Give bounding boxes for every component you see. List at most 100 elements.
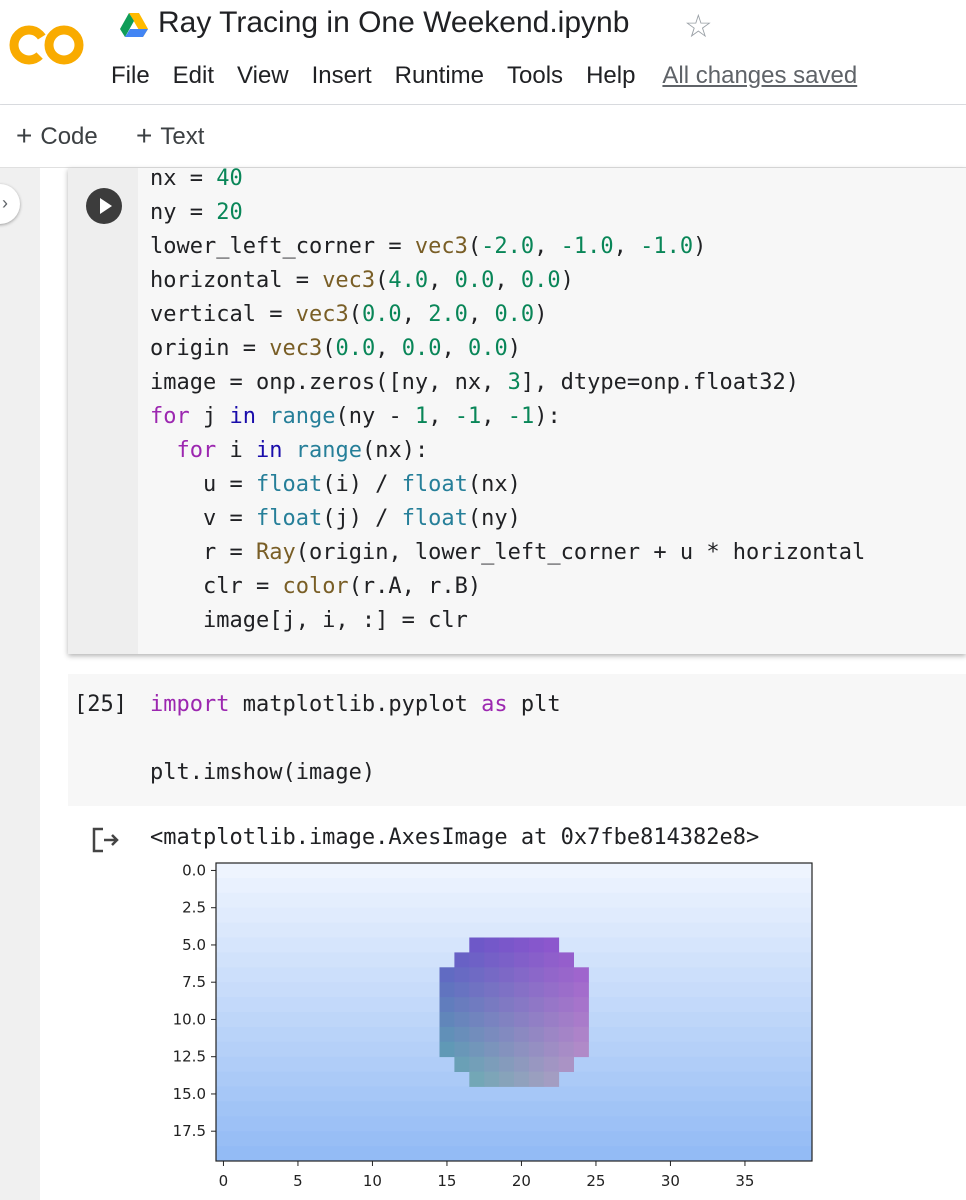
sphere-pixel xyxy=(528,1012,545,1028)
sphere-pixel xyxy=(454,982,470,998)
google-drive-icon[interactable] xyxy=(120,12,148,38)
x-tick-label: 30 xyxy=(661,1172,680,1190)
sphere-pixel xyxy=(514,997,530,1013)
sphere-pixel xyxy=(499,982,515,998)
sphere-pixel xyxy=(558,952,574,968)
output-arrow-icon[interactable] xyxy=(90,826,120,854)
run-cell-button[interactable] xyxy=(86,188,122,224)
sphere-pixel xyxy=(528,1026,545,1043)
sphere-pixel xyxy=(484,937,500,953)
menu-runtime[interactable]: Runtime xyxy=(395,60,484,92)
sphere-pixel xyxy=(573,1012,589,1028)
y-tick-label: 7.5 xyxy=(182,973,206,991)
sphere-pixel xyxy=(528,967,545,983)
sphere-pixel xyxy=(454,952,470,968)
sphere-pixel xyxy=(484,1012,500,1028)
code-block: nx = 40 ny = 20 lower_left_corner = vec3… xyxy=(150,162,966,638)
notebook-title[interactable]: Ray Tracing in One Weekend.ipynb xyxy=(158,6,629,40)
menu-edit[interactable]: Edit xyxy=(173,60,214,92)
sphere-pixel xyxy=(573,982,589,998)
code-line: nx = 40 xyxy=(150,166,243,191)
sphere-pixel xyxy=(469,1041,485,1058)
sphere-pixel xyxy=(528,1041,545,1058)
sphere-pixel xyxy=(499,997,515,1013)
sphere-pixel xyxy=(469,952,485,968)
menu-insert[interactable]: Insert xyxy=(312,60,372,92)
sphere-pixel xyxy=(558,997,574,1013)
code-line: r = Ray(origin, lower_left_corner + u * … xyxy=(150,540,866,565)
sphere-pixel xyxy=(558,967,574,983)
sphere-pixel xyxy=(543,1012,560,1028)
sphere-pixel xyxy=(439,967,455,983)
sphere-pixel xyxy=(558,1012,574,1028)
sphere-pixel xyxy=(543,1026,560,1043)
sphere-pixel xyxy=(558,1026,574,1043)
code-editor[interactable]: nx = 40 ny = 20 lower_left_corner = vec3… xyxy=(150,162,966,642)
sphere-pixel xyxy=(543,937,560,953)
background-row xyxy=(216,877,812,894)
sphere-pixel xyxy=(573,997,589,1013)
code-line: origin = vec3(0.0, 0.0, 0.0) xyxy=(150,336,521,361)
code-line: clr = color(r.A, r.B) xyxy=(150,574,482,599)
x-tick-label: 25 xyxy=(586,1172,605,1190)
y-tick-label: 12.5 xyxy=(173,1048,206,1066)
sphere-pixel xyxy=(528,1071,545,1087)
sphere-pixel xyxy=(543,982,560,998)
background-row xyxy=(216,922,812,938)
x-tick-label: 15 xyxy=(437,1172,456,1190)
plus-icon: + xyxy=(16,120,33,151)
background-row xyxy=(216,863,812,879)
sphere-pixel xyxy=(514,937,530,953)
x-tick-label: 20 xyxy=(512,1172,531,1190)
sphere-pixel xyxy=(514,1071,530,1087)
x-tick-label: 10 xyxy=(363,1172,382,1190)
code-line: import matplotlib.pyplot as plt xyxy=(150,692,561,717)
y-tick-label: 10.0 xyxy=(173,1010,206,1028)
sphere-pixel xyxy=(514,1012,530,1028)
sphere-pixel xyxy=(499,952,515,968)
sphere-pixel xyxy=(499,1012,515,1028)
sphere-pixel xyxy=(469,937,485,953)
sphere-pixel xyxy=(454,997,470,1013)
colab-logo[interactable] xyxy=(8,20,86,70)
sphere-pixel xyxy=(499,937,515,953)
code-line: for j in range(ny - 1, -1, -1): xyxy=(150,404,561,429)
left-gutter xyxy=(0,168,40,1200)
sphere-pixel xyxy=(469,997,485,1013)
menu-view[interactable]: View xyxy=(237,60,289,92)
sphere-pixel xyxy=(543,1056,560,1072)
menu-help[interactable]: Help xyxy=(586,60,635,92)
sphere-pixel xyxy=(484,1056,500,1072)
code-line: for i in range(nx): xyxy=(176,438,429,463)
code-line: ny = 20 xyxy=(150,200,243,225)
menu-file[interactable]: File xyxy=(111,60,150,92)
save-status-link[interactable]: All changes saved xyxy=(662,60,857,92)
sphere-pixel xyxy=(573,967,589,983)
background-row xyxy=(216,1131,812,1147)
sphere-pixel xyxy=(514,967,530,983)
sphere-pixel xyxy=(484,1026,500,1043)
code-editor[interactable]: import matplotlib.pyplot as plt plt.imsh… xyxy=(150,688,561,790)
sphere-pixel xyxy=(439,1026,455,1043)
output-text: <matplotlib.image.AxesImage at 0x7fbe814… xyxy=(150,825,760,850)
menu-bar: File Edit View Insert Runtime Tools Help… xyxy=(111,60,857,92)
sphere-pixel xyxy=(499,1071,515,1087)
sphere-pixel xyxy=(543,967,560,983)
sphere-pixel xyxy=(514,1041,530,1058)
sphere-pixel xyxy=(439,982,455,998)
sphere-pixel xyxy=(528,997,545,1013)
code-line-text: nx = 40 xyxy=(150,166,243,191)
sphere-pixel xyxy=(499,1056,515,1072)
code-line: lower_left_corner = vec3(-2.0, -1.0, -1.… xyxy=(150,234,707,259)
sphere-pixel xyxy=(469,967,485,983)
add-text-button[interactable]: + Text xyxy=(136,119,204,151)
add-code-label: Code xyxy=(40,123,98,150)
add-text-label: Text xyxy=(160,123,205,150)
code-line: plt.imshow(image) xyxy=(150,760,376,785)
star-icon[interactable]: ☆ xyxy=(684,8,713,44)
execution-count: [25] xyxy=(74,692,127,717)
cell-gutter xyxy=(68,168,138,654)
menu-tools[interactable]: Tools xyxy=(507,60,563,92)
add-code-button[interactable]: + Code xyxy=(16,119,98,151)
y-tick-label: 15.0 xyxy=(173,1085,206,1103)
